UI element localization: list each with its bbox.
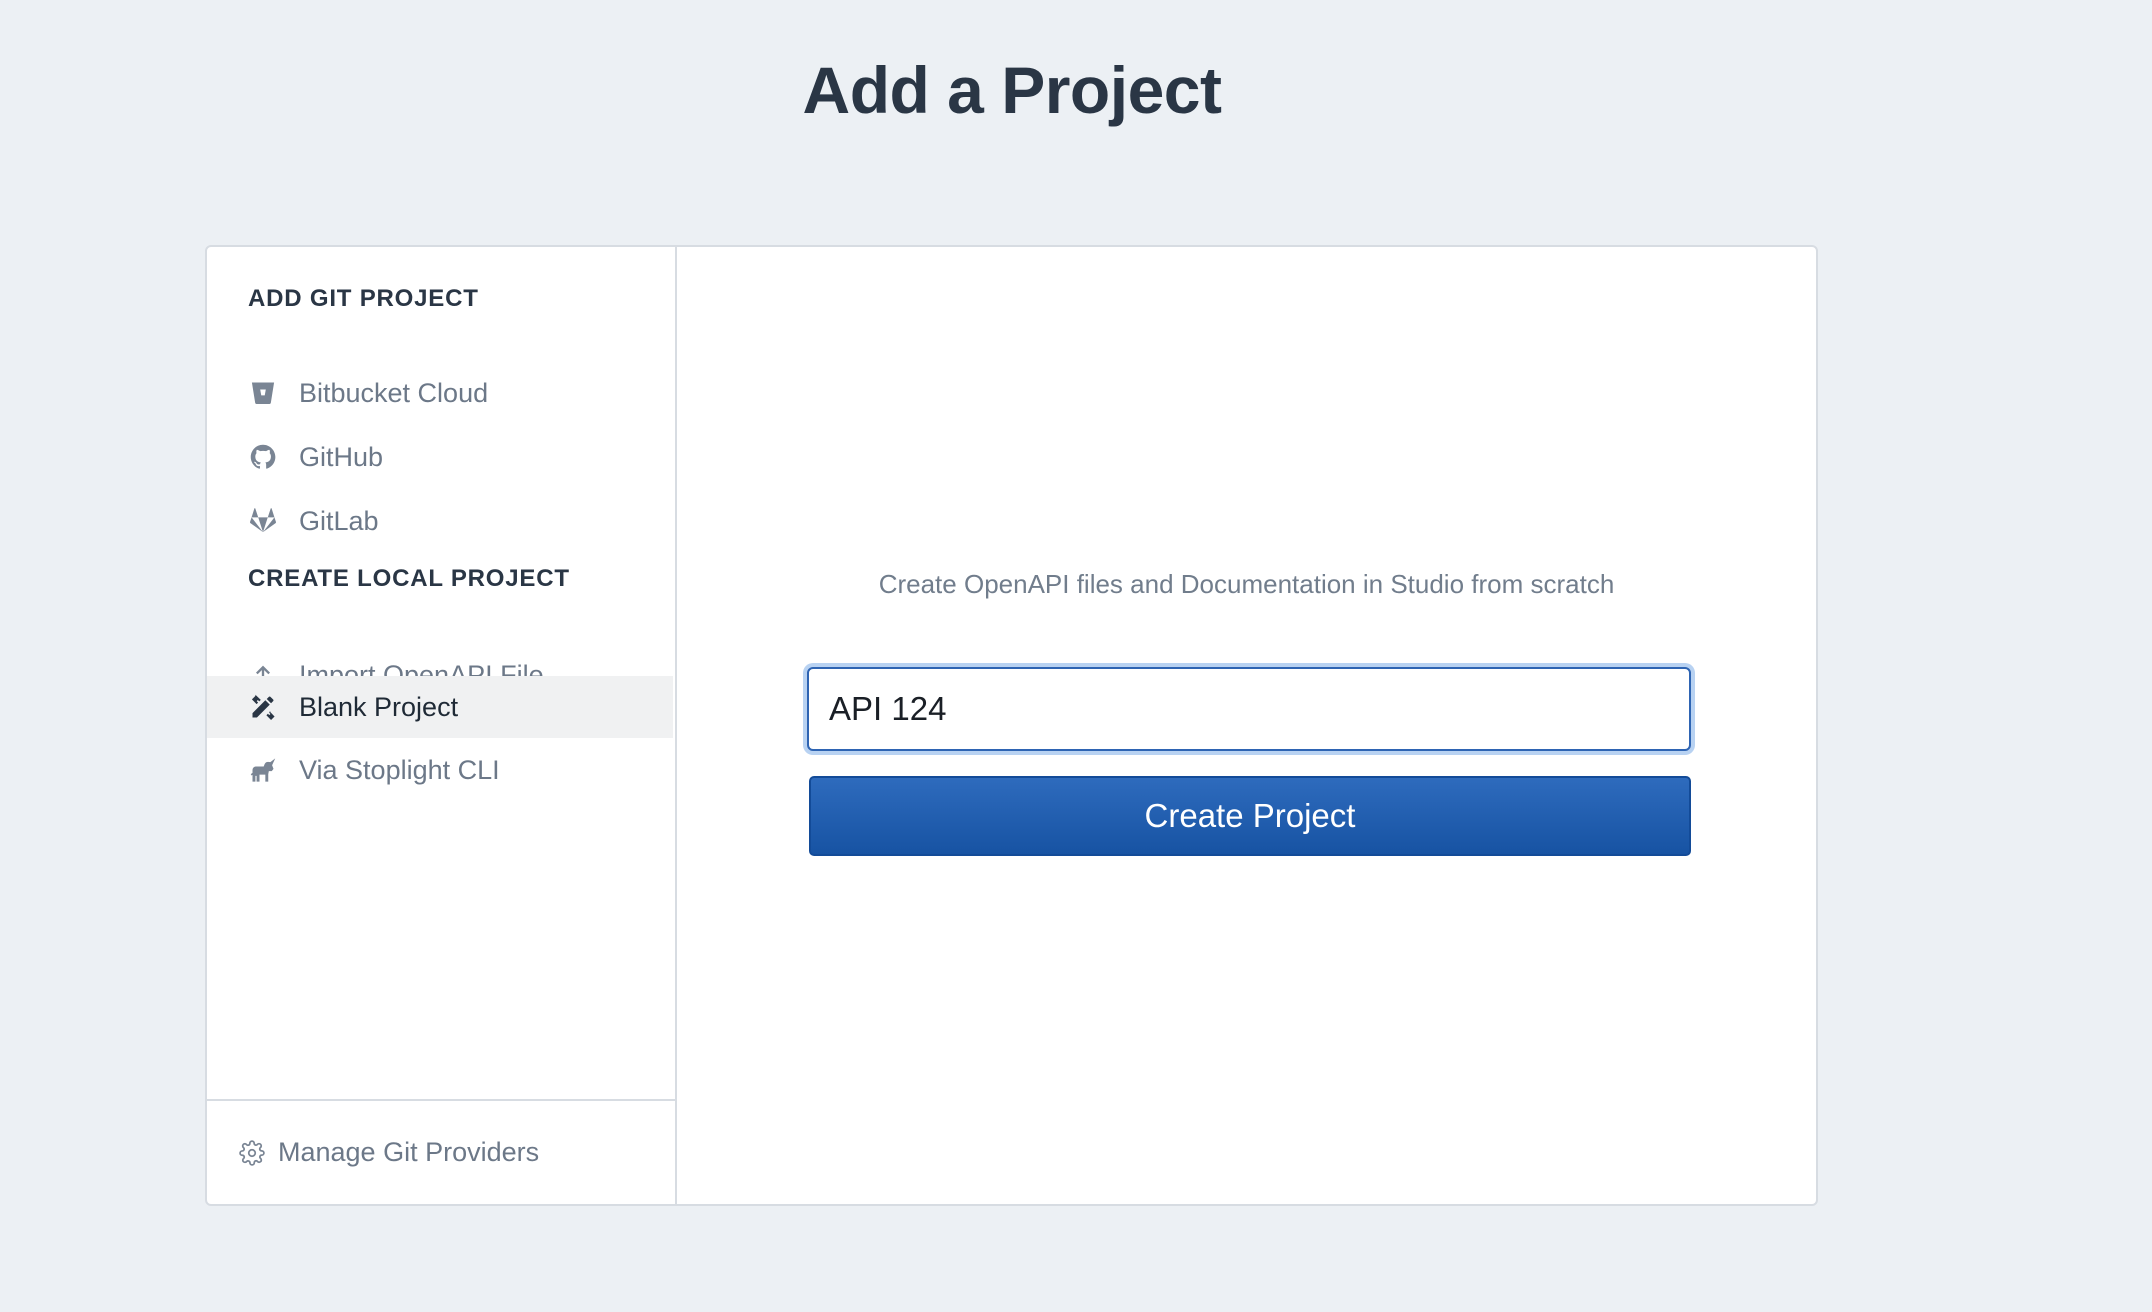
sidebar-item-github[interactable]: GitHub: [207, 426, 673, 488]
project-name-input[interactable]: [807, 667, 1691, 751]
add-project-card: ADD GIT PROJECT Bitbucket Cloud GitHub G…: [205, 245, 1818, 1206]
bitbucket-icon: [247, 377, 279, 409]
sidebar-item-label: Via Stoplight CLI: [299, 754, 500, 785]
local-section-heading: CREATE LOCAL PROJECT: [248, 565, 570, 592]
unicorn-icon: [247, 754, 279, 786]
sidebar-item-label: Blank Project: [299, 691, 459, 722]
git-section-heading: ADD GIT PROJECT: [248, 285, 479, 312]
create-project-button[interactable]: Create Project: [809, 776, 1691, 856]
manage-git-providers-label: Manage Git Providers: [278, 1137, 540, 1167]
blank-project-description: Create OpenAPI files and Documentation i…: [878, 569, 1615, 599]
page-title: Add a Project: [802, 53, 1222, 127]
github-icon: [247, 441, 279, 473]
sidebar-item-label: GitLab: [299, 505, 379, 536]
sidebar-item-label: GitHub: [299, 441, 384, 472]
sidebar: ADD GIT PROJECT Bitbucket Cloud GitHub G…: [207, 247, 677, 1204]
gitlab-icon: [247, 505, 279, 537]
sidebar-item-via-stoplight-cli[interactable]: Via Stoplight CLI: [207, 739, 673, 801]
sidebar-item-label: Bitbucket Cloud: [299, 377, 489, 408]
main-panel: Create OpenAPI files and Documentation i…: [677, 247, 1816, 1204]
manage-git-providers-link[interactable]: Manage Git Providers: [207, 1099, 675, 1204]
sidebar-item-bitbucket-cloud[interactable]: Bitbucket Cloud: [207, 362, 673, 424]
sidebar-item-gitlab[interactable]: GitLab: [207, 490, 673, 552]
pencil-ruler-icon: [247, 691, 279, 723]
gear-icon: [238, 1139, 266, 1167]
sidebar-item-blank-project[interactable]: Blank Project: [207, 676, 673, 738]
